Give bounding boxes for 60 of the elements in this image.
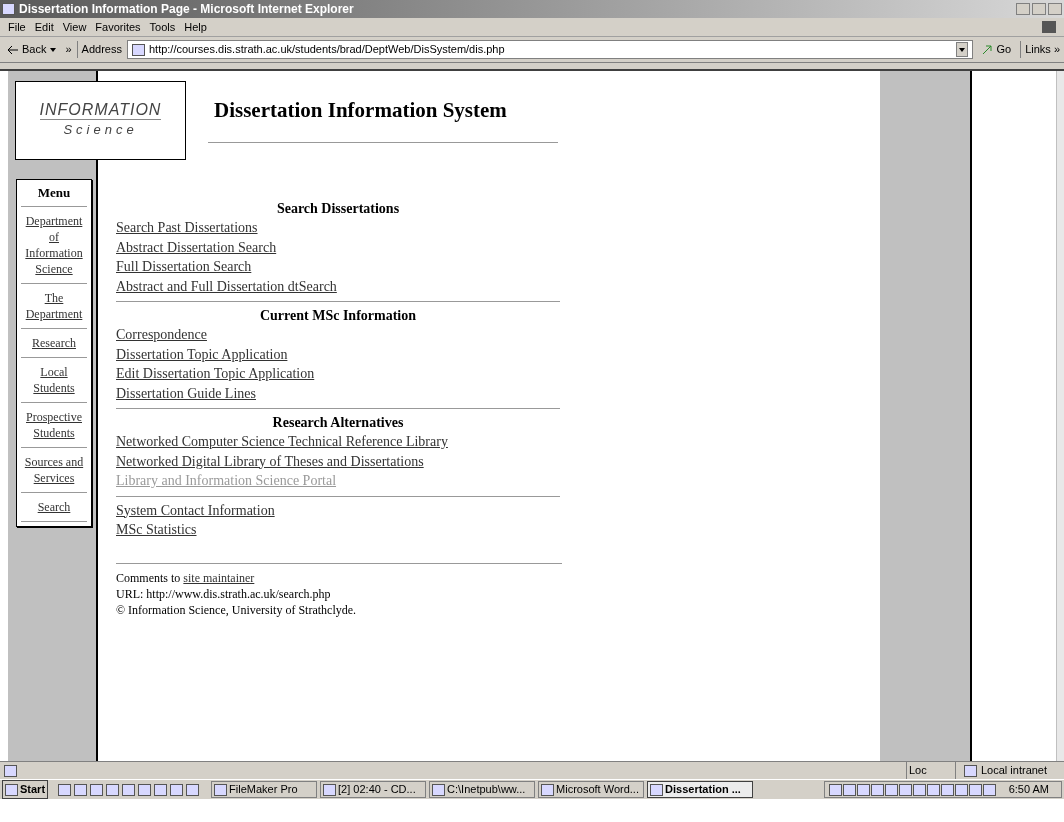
menu-link[interactable]: Sources and Services	[21, 453, 87, 486]
section-heading: Current MSc Information	[258, 307, 418, 325]
page-link[interactable]: Abstract Dissertation Search	[116, 239, 277, 255]
copyright-line: © Information Science, University of Strathclyde.	[116, 601, 358, 618]
scrollbar[interactable]	[1056, 71, 1064, 761]
page-link[interactable]: Networked Digital Library of Theses and Dissertations	[116, 453, 424, 469]
taskbar-task[interactable]: FileMaker Pro	[211, 781, 318, 798]
page-link[interactable]: System Contact Information	[116, 502, 275, 518]
address-label: Address	[76, 41, 122, 58]
page-link[interactable]: Full Dissertation Search	[116, 259, 252, 274]
dropdown-button[interactable]	[956, 42, 969, 57]
url-line: URL: http://www.dis.strath.ac.uk/search.php	[116, 585, 332, 602]
menu-link[interactable]: The Department	[21, 289, 87, 322]
logo-title: INFORMATION	[39, 101, 162, 121]
back-button[interactable]: Back	[4, 41, 61, 58]
caret-icon	[959, 47, 966, 52]
menu-item[interactable]: Edit	[34, 18, 54, 36]
page-link[interactable]: Abstract and Full Dissertation dtSearch	[116, 278, 337, 294]
comments-line: Comments to site maintainer	[116, 569, 256, 586]
page-link[interactable]: Dissertation Topic Application	[116, 346, 288, 362]
menu-item[interactable]: File	[8, 18, 26, 36]
start-button[interactable]: Start	[2, 780, 49, 799]
menu-item[interactable]: View	[62, 18, 87, 36]
menu-link[interactable]: Local Students	[21, 363, 87, 396]
status-loc: Loc	[906, 762, 956, 779]
page-link[interactable]: Dissertation Guide Lines	[116, 385, 256, 401]
menu-link[interactable]: Research	[21, 334, 87, 351]
menu-item[interactable]: Help	[184, 18, 207, 36]
logo-subtitle: Science	[63, 121, 138, 140]
taskbar-task[interactable]: Microsoft Word...	[538, 781, 645, 798]
menu-link[interactable]: Search	[21, 498, 87, 515]
clock: 6:50 AM	[1008, 782, 1050, 798]
section-heading: Search Dissertations	[275, 200, 401, 218]
minimize-button[interactable]	[1016, 3, 1030, 15]
page-link[interactable]: Correspondence	[116, 327, 207, 342]
page-link[interactable]: MSc Statistics	[116, 522, 197, 537]
menu-link[interactable]: Department of Information Science	[21, 212, 87, 277]
page-link[interactable]: Networked Computer Science Technical Reference Library	[116, 434, 448, 449]
go-arrow-icon	[982, 44, 993, 55]
status-zone: Local intranet	[981, 763, 1048, 779]
links-button[interactable]: Links »	[1020, 41, 1060, 58]
address-field[interactable]: http://courses.dis.strath.ac.uk/students/brad/DeptWeb/DisSystem/dis.php	[126, 40, 974, 59]
more-chevron[interactable]: »	[65, 41, 72, 58]
section-heading: Research Alternatives	[271, 414, 405, 432]
taskbar-task[interactable]: [2] 02:40 - CD...	[320, 781, 427, 798]
menu-item[interactable]: Favorites	[95, 18, 141, 36]
page-link[interactable]: Edit Dissertation Topic Application	[116, 366, 315, 381]
taskbar-task[interactable]: Dissertation ...	[647, 781, 754, 798]
maintainer-link[interactable]: site maintainer	[183, 570, 255, 585]
menu-item[interactable]: Tools	[149, 18, 176, 36]
close-button[interactable]	[1048, 3, 1062, 15]
window-title: Dissertation Information Page - Microsoft Internet Explorer	[19, 1, 354, 18]
page-link[interactable]: Search Past Dissertations	[116, 220, 258, 235]
maximize-button[interactable]	[1032, 3, 1046, 15]
go-button[interactable]: Go	[978, 41, 1016, 58]
caret-icon	[50, 47, 57, 52]
back-arrow-icon	[8, 45, 18, 54]
menu-title: Menu	[21, 180, 87, 207]
taskbar-task[interactable]: C:\Inetpub\ww...	[429, 781, 536, 798]
menu-link[interactable]: Prospective Students	[21, 408, 87, 441]
